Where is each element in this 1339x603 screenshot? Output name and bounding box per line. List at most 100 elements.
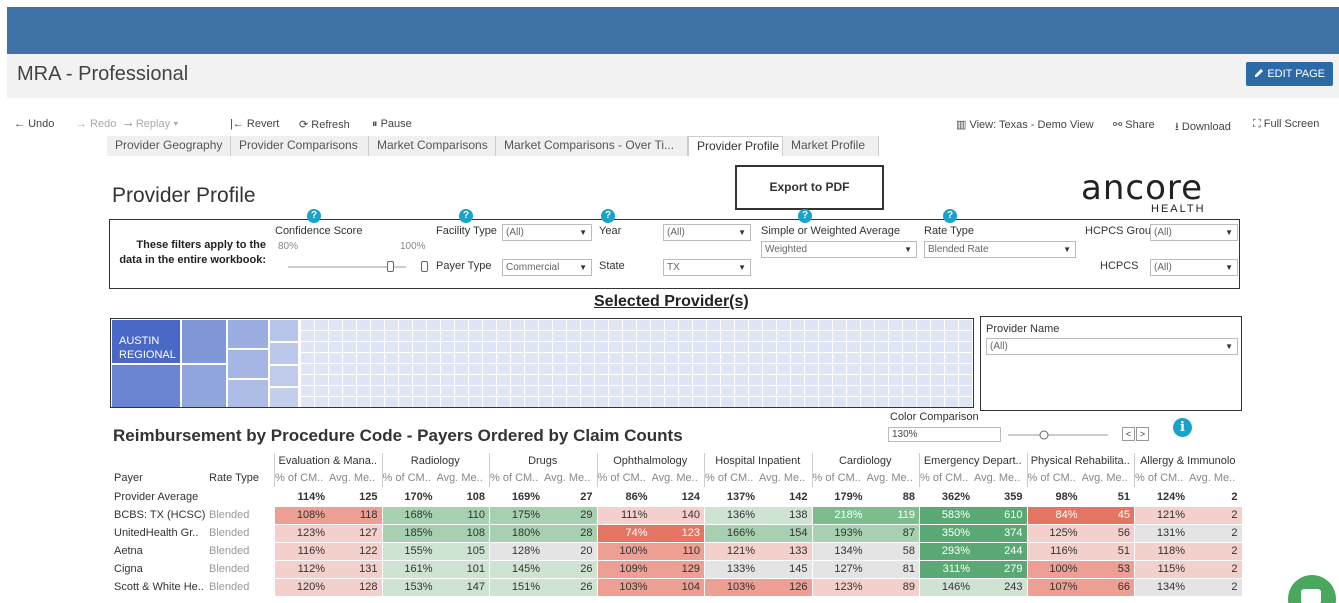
pct-cms-cell[interactable]: 127% <box>812 561 867 578</box>
rate-type-header[interactable]: Rate Type <box>209 470 271 487</box>
table-category-header-cell[interactable]: Evaluation & Mana.. <box>274 453 382 470</box>
avg-cell[interactable]: 27 <box>544 489 597 506</box>
avg-header[interactable]: Avg. Me.. <box>437 470 490 487</box>
export-pdf-button[interactable]: Export to PDF <box>735 165 884 210</box>
treemap-tile[interactable] <box>111 364 181 407</box>
color-comparison-input[interactable]: 130% <box>888 427 1001 442</box>
tab-provider-comparisons[interactable]: Provider Comparisons <box>231 136 369 156</box>
rate-type-select[interactable]: Blended Rate ▼ <box>924 241 1076 258</box>
avg-cell[interactable]: 28 <box>544 525 597 542</box>
help-icon[interactable]: ? <box>307 209 321 223</box>
avg-header[interactable]: Avg. Me.. <box>544 470 597 487</box>
pct-cms-cell[interactable]: 103% <box>597 579 652 596</box>
pct-cms-cell[interactable]: 123% <box>812 579 867 596</box>
pct-cms-cell[interactable]: 108% <box>275 507 329 524</box>
pct-cms-cell[interactable]: 74% <box>597 525 652 542</box>
avg-cell[interactable]: 279 <box>974 561 1027 578</box>
avg-cell[interactable]: 29 <box>544 507 597 524</box>
pct-cms-cell[interactable]: 193% <box>812 525 867 542</box>
avg-cell[interactable]: 105 <box>436 543 489 560</box>
avg-cell[interactable]: 610 <box>974 507 1027 524</box>
view-button[interactable]: ▥ View: Texas - Demo View <box>956 118 1094 131</box>
avg-cell[interactable]: 89 <box>866 579 919 596</box>
avg-cell[interactable]: 128 <box>329 579 382 596</box>
tab-market-profile[interactable]: Market Profile <box>783 136 879 156</box>
avg-cell[interactable]: 2 <box>1189 525 1242 542</box>
pct-cms-cell[interactable]: 84% <box>1027 507 1082 524</box>
pct-cms-cell[interactable]: 123% <box>275 525 329 542</box>
avg-cell[interactable]: 119 <box>866 507 919 524</box>
pct-cms-cell[interactable]: 169% <box>490 489 544 506</box>
download-button[interactable]: ⭳ Download <box>1175 118 1231 137</box>
facility-type-select[interactable]: (All) ▼ <box>502 224 592 241</box>
avg-cell[interactable]: 88 <box>867 489 920 506</box>
pct-cms-cell[interactable]: 133% <box>705 561 759 578</box>
avg-cell[interactable]: 129 <box>651 561 704 578</box>
avg-cell[interactable]: 131 <box>329 561 382 578</box>
help-icon[interactable]: ? <box>601 209 615 223</box>
payer-header[interactable]: Payer <box>114 470 204 487</box>
pct-cms-cell[interactable]: 125% <box>1027 525 1082 542</box>
avg-cell[interactable]: 26 <box>544 561 597 578</box>
confidence-slider-max-thumb[interactable] <box>421 261 428 272</box>
table-category-header-cell[interactable]: Allergy & Immunolo <box>1134 453 1242 470</box>
tab-market-comparisons[interactable]: Market Comparisons <box>369 136 496 156</box>
pct-cms-cell[interactable]: 146% <box>920 579 974 596</box>
tab-provider-profile[interactable]: Provider Profile <box>688 136 783 156</box>
tab-provider-geography[interactable]: Provider Geography <box>107 136 231 156</box>
fullscreen-button[interactable]: ⛶ Full Screen <box>1253 118 1319 131</box>
avg-cell[interactable]: 142 <box>759 489 812 506</box>
tab-market-comparisons-over-time[interactable]: Market Comparisons - Over Ti... <box>496 136 688 156</box>
info-icon[interactable]: i <box>1173 418 1192 437</box>
avg-cell[interactable]: 81 <box>866 561 919 578</box>
pct-cms-cell[interactable]: 175% <box>490 507 544 524</box>
avg-cell[interactable]: 374 <box>974 525 1027 542</box>
avg-cell[interactable]: 145 <box>759 561 812 578</box>
avg-header[interactable]: Avg. Me.. <box>759 470 812 487</box>
avg-cell[interactable]: 51 <box>1082 489 1135 506</box>
state-select[interactable]: TX ▼ <box>663 259 751 276</box>
avg-cell[interactable]: 124 <box>652 489 705 506</box>
year-select[interactable]: (All) ▼ <box>663 224 751 241</box>
avg-cell[interactable]: 20 <box>544 543 597 560</box>
pct-cms-cell[interactable]: 128% <box>490 543 544 560</box>
avg-header[interactable]: Avg. Me.. <box>329 470 382 487</box>
avg-header[interactable]: Avg. Me.. <box>652 470 705 487</box>
avg-cell[interactable]: 2 <box>1189 507 1242 524</box>
help-icon[interactable]: ? <box>459 209 473 223</box>
slider-prev-button[interactable]: < <box>1122 427 1135 441</box>
avg-cell[interactable]: 110 <box>436 507 489 524</box>
pct-cms-header[interactable]: % of CM.. <box>705 470 759 487</box>
pct-cms-cell[interactable]: 180% <box>490 525 544 542</box>
avg-cell[interactable]: 2 <box>1189 543 1242 560</box>
pct-cms-cell[interactable]: 111% <box>597 507 652 524</box>
undo-button[interactable]: ← Undo <box>14 118 54 130</box>
hcpcs-group-select[interactable]: (All) ▼ <box>1150 224 1238 241</box>
avg-cell[interactable]: 58 <box>866 543 919 560</box>
pct-cms-cell[interactable]: 151% <box>490 579 544 596</box>
pct-cms-cell[interactable]: 218% <box>812 507 867 524</box>
avg-cell[interactable]: 244 <box>974 543 1027 560</box>
treemap-tile[interactable] <box>269 342 299 365</box>
table-category-header-cell[interactable]: Physical Rehabilita.. <box>1027 453 1135 470</box>
help-icon[interactable]: ? <box>798 209 812 223</box>
pct-cms-header[interactable]: % of CM.. <box>1135 470 1189 487</box>
avg-cell[interactable]: 125 <box>329 489 382 506</box>
avg-cell[interactable]: 133 <box>759 543 812 560</box>
avg-cell[interactable]: 243 <box>974 579 1027 596</box>
pct-cms-cell[interactable]: 166% <box>705 525 759 542</box>
pct-cms-cell[interactable]: 583% <box>920 507 974 524</box>
slider-next-button[interactable]: > <box>1136 427 1149 441</box>
simple-weighted-select[interactable]: Weighted ▼ <box>761 241 917 258</box>
pct-cms-header[interactable]: % of CM.. <box>383 470 437 487</box>
pct-cms-cell[interactable]: 124% <box>1135 489 1189 506</box>
avg-cell[interactable]: 122 <box>329 543 382 560</box>
provider-treemap[interactable]: AUSTIN REGIONAL <box>110 318 974 408</box>
avg-header[interactable]: Avg. Me.. <box>1189 470 1242 487</box>
avg-cell[interactable]: 2 <box>1189 579 1242 596</box>
pause-button[interactable]: ⏸ Pause <box>372 118 412 131</box>
pct-cms-header[interactable]: % of CM.. <box>813 470 867 487</box>
avg-cell[interactable]: 87 <box>866 525 919 542</box>
treemap-tile[interactable] <box>181 364 227 407</box>
avg-cell[interactable]: 108 <box>436 525 489 542</box>
